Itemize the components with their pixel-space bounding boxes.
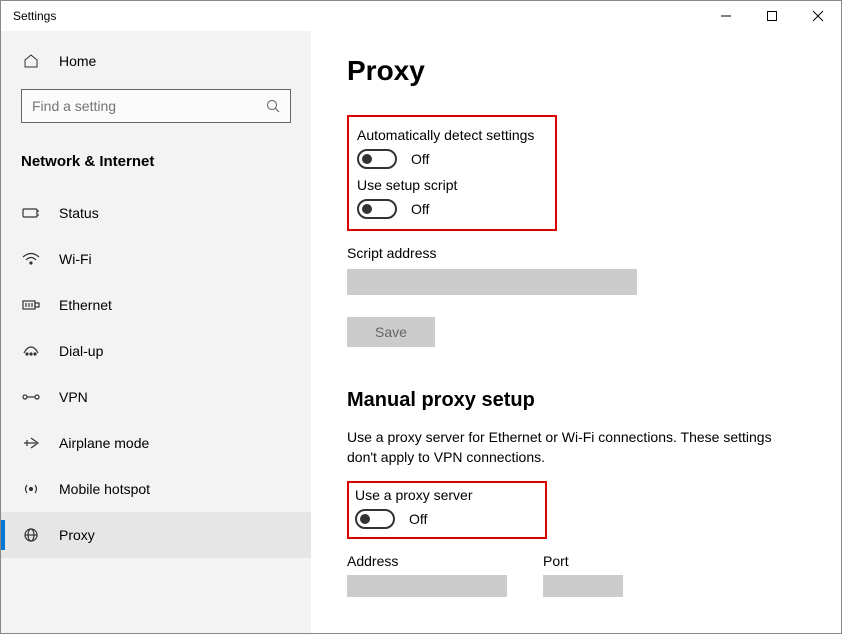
sidebar: Home Network & Internet Statu	[1, 31, 311, 633]
sidebar-item-label: Mobile hotspot	[59, 481, 150, 497]
sidebar-item-label: Dial-up	[59, 343, 103, 359]
hotspot-icon	[21, 482, 41, 496]
auto-detect-toggle[interactable]	[357, 149, 397, 169]
search-icon	[256, 99, 290, 113]
use-proxy-status: Off	[409, 511, 427, 527]
highlight-auto-section: Automatically detect settings Off Use se…	[347, 115, 557, 231]
auto-detect-label: Automatically detect settings	[357, 127, 547, 143]
sidebar-item-label: Airplane mode	[59, 435, 149, 451]
category-title: Network & Internet	[1, 133, 311, 184]
search-input[interactable]	[22, 98, 256, 114]
address-input	[347, 575, 507, 597]
sidebar-item-ethernet[interactable]: Ethernet	[1, 282, 311, 328]
use-proxy-label: Use a proxy server	[355, 487, 539, 503]
setup-script-label: Use setup script	[357, 177, 547, 193]
close-button[interactable]	[795, 1, 841, 31]
main-content: Proxy Automatically detect settings Off …	[311, 31, 841, 633]
port-input	[543, 575, 623, 597]
home-icon	[21, 53, 41, 69]
sidebar-item-proxy[interactable]: Proxy	[1, 512, 311, 558]
highlight-proxy-section: Use a proxy server Off	[347, 481, 547, 539]
proxy-icon	[21, 528, 41, 542]
address-label: Address	[347, 553, 507, 569]
page-title: Proxy	[347, 55, 805, 87]
save-button: Save	[347, 317, 435, 347]
sidebar-item-label: Status	[59, 205, 99, 221]
minimize-button[interactable]	[703, 1, 749, 31]
sidebar-item-label: VPN	[59, 389, 88, 405]
manual-setup-heading: Manual proxy setup	[347, 389, 805, 412]
setup-script-status: Off	[411, 201, 429, 217]
airplane-icon	[21, 436, 41, 450]
window-title: Settings	[13, 9, 56, 23]
setup-script-toggle[interactable]	[357, 199, 397, 219]
port-label: Port	[543, 553, 623, 569]
vpn-icon	[21, 390, 41, 404]
sidebar-item-airplane[interactable]: Airplane mode	[1, 420, 311, 466]
manual-setup-desc: Use a proxy server for Ethernet or Wi-Fi…	[347, 428, 787, 467]
search-box[interactable]	[21, 89, 291, 123]
home-nav[interactable]: Home	[1, 43, 311, 79]
auto-detect-status: Off	[411, 151, 429, 167]
script-address-input	[347, 269, 637, 295]
sidebar-item-label: Ethernet	[59, 297, 112, 313]
nav-list: Status Wi-Fi Ethernet	[1, 190, 311, 558]
titlebar: Settings	[1, 1, 841, 31]
home-label: Home	[59, 53, 96, 69]
sidebar-item-status[interactable]: Status	[1, 190, 311, 236]
sidebar-item-hotspot[interactable]: Mobile hotspot	[1, 466, 311, 512]
script-address-label: Script address	[347, 245, 805, 261]
status-icon	[21, 206, 41, 220]
ethernet-icon	[21, 298, 41, 312]
dialup-icon	[21, 344, 41, 358]
wifi-icon	[21, 252, 41, 266]
sidebar-item-vpn[interactable]: VPN	[1, 374, 311, 420]
sidebar-item-wifi[interactable]: Wi-Fi	[1, 236, 311, 282]
use-proxy-toggle[interactable]	[355, 509, 395, 529]
window-controls	[703, 1, 841, 31]
sidebar-item-dialup[interactable]: Dial-up	[1, 328, 311, 374]
sidebar-item-label: Wi-Fi	[59, 251, 92, 267]
sidebar-item-label: Proxy	[59, 527, 95, 543]
maximize-button[interactable]	[749, 1, 795, 31]
